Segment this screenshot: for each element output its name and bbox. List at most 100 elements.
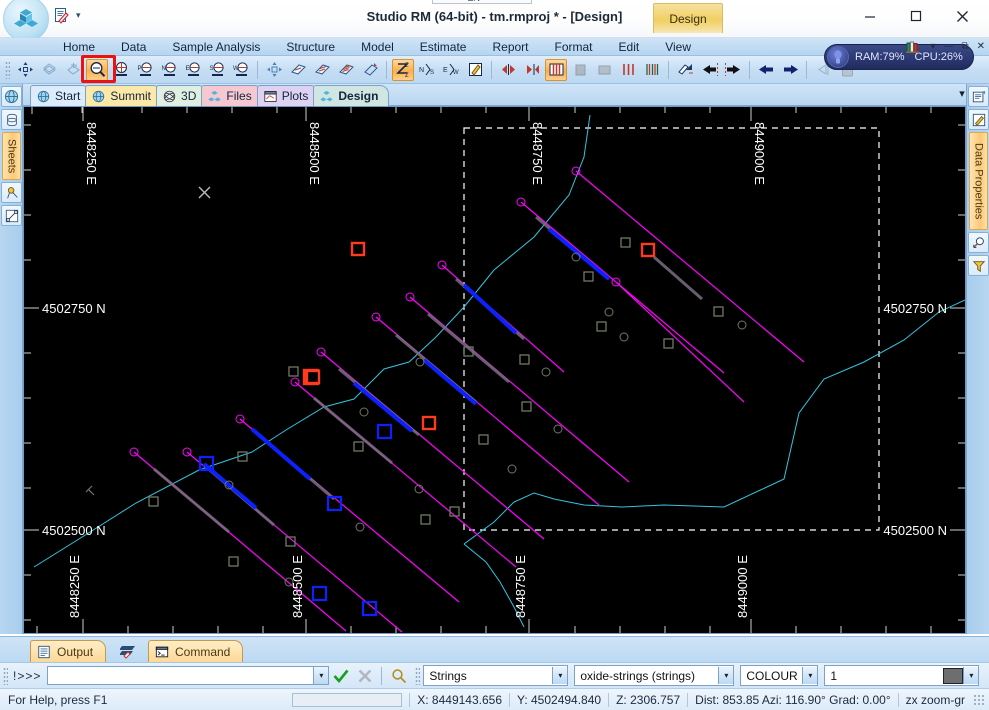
menu-estimate[interactable]: Estimate bbox=[407, 38, 480, 56]
view-north-tool-button[interactable]: N bbox=[158, 59, 180, 81]
view-east-tool-button[interactable]: E bbox=[182, 59, 204, 81]
section-ew-tool-button[interactable]: E W bbox=[440, 59, 462, 81]
attribute-value-dropdown-icon[interactable]: ▾ bbox=[963, 667, 979, 684]
mdi-close-button[interactable]: ✕ bbox=[977, 41, 985, 52]
front-clip-button[interactable] bbox=[569, 59, 591, 81]
view-data-tool-button[interactable] bbox=[110, 59, 132, 81]
pane-tab-output[interactable]: Output bbox=[30, 640, 107, 663]
design-plot[interactable]: 8448250 E 8448500 E 8448750 E 8449000 E … bbox=[24, 107, 965, 633]
menu-structure[interactable]: Structure bbox=[273, 38, 348, 56]
menu-view[interactable]: View bbox=[652, 38, 704, 56]
chevron-down-icon[interactable]: ▾ bbox=[492, 0, 497, 3]
command-accept-button[interactable] bbox=[329, 669, 353, 683]
bottom-pane-tab-strip: Output Command bbox=[0, 636, 989, 663]
shift-forward-button[interactable] bbox=[722, 59, 744, 81]
tab-files[interactable]: Files bbox=[201, 85, 263, 106]
edit-section-tool-button[interactable] bbox=[464, 59, 486, 81]
contextual-tab-design[interactable]: Design bbox=[653, 3, 723, 33]
y-label-left-2: 4502500 N bbox=[42, 523, 106, 538]
properties-sheet-icon[interactable] bbox=[968, 86, 989, 107]
database-icon[interactable] bbox=[1, 109, 22, 130]
tab-design[interactable]: Design bbox=[313, 85, 390, 106]
menu-report[interactable]: Report bbox=[479, 38, 541, 56]
clip-width-button[interactable] bbox=[617, 59, 639, 81]
command-bar-grip[interactable] bbox=[3, 666, 8, 685]
rotate-section-tool-button[interactable] bbox=[359, 59, 381, 81]
window-maximize-button[interactable] bbox=[893, 2, 939, 30]
design-canvas[interactable]: 8448250 E 8448500 E 8448750 E 8449000 E … bbox=[23, 106, 966, 634]
command-input[interactable]: ▾ bbox=[47, 666, 330, 685]
mdi-restore-button[interactable]: ⧉ bbox=[961, 41, 968, 52]
menu-format[interactable]: Format bbox=[542, 38, 606, 56]
object-type-combo[interactable]: Strings ▾ bbox=[423, 665, 569, 686]
clip-slices-button[interactable] bbox=[641, 59, 663, 81]
object-name-dropdown-icon[interactable]: ▾ bbox=[718, 667, 734, 684]
mdi-dropdown-icon[interactable]: ▾ bbox=[930, 41, 935, 52]
define-section-3-tool-button[interactable] bbox=[335, 59, 357, 81]
view-plan-tool-button[interactable]: P bbox=[134, 59, 156, 81]
section-clipping-toggle-button[interactable] bbox=[545, 58, 567, 81]
view-west-tool-button[interactable]: W bbox=[230, 59, 252, 81]
menu-data[interactable]: Data bbox=[108, 38, 159, 56]
status-resize-grip[interactable] bbox=[973, 693, 985, 706]
window-minimize-button[interactable] bbox=[847, 2, 893, 30]
report-icon[interactable] bbox=[52, 6, 71, 25]
status-x-coordinate: X: 8449143.656 bbox=[417, 692, 502, 707]
command-cancel-button[interactable] bbox=[353, 669, 377, 683]
toolbar-grip[interactable] bbox=[5, 60, 10, 79]
object-selector-grip[interactable] bbox=[415, 666, 421, 685]
section-ns-tool-button[interactable]: N S bbox=[416, 59, 438, 81]
object-name-combo[interactable]: oxide-strings (strings) ▾ bbox=[574, 665, 735, 686]
vector-edit-icon[interactable] bbox=[1, 205, 22, 227]
tab-start[interactable]: Start bbox=[30, 85, 92, 106]
back-clip-button[interactable] bbox=[593, 59, 615, 81]
define-section-tool-button[interactable] bbox=[287, 59, 309, 81]
view-south-tool-button[interactable]: S bbox=[206, 59, 228, 81]
tab-summit[interactable]: Summit bbox=[85, 85, 163, 106]
command-search-button[interactable] bbox=[386, 668, 412, 684]
next-section-button[interactable] bbox=[521, 59, 543, 81]
wireframe-icon[interactable] bbox=[1, 182, 22, 204]
quick-access-dropdown-icon[interactable]: ▾ bbox=[76, 10, 81, 21]
cubes-icon bbox=[208, 90, 222, 101]
language-indicator[interactable]: EN ▾ bbox=[432, 0, 532, 4]
mdi-minimize-button[interactable]: — bbox=[943, 41, 953, 52]
menu-home[interactable]: Home bbox=[50, 38, 108, 56]
pan-tool-button[interactable] bbox=[14, 59, 36, 81]
tab-list-dropdown-icon[interactable]: ▾ bbox=[959, 87, 965, 100]
funnel-icon[interactable] bbox=[968, 255, 989, 277]
shift-back-button[interactable] bbox=[698, 59, 720, 81]
pane-tab-command[interactable]: Command bbox=[148, 640, 244, 663]
magnifier-arrow-icon[interactable] bbox=[968, 232, 989, 254]
menu-sample-analysis[interactable]: Sample Analysis bbox=[159, 38, 273, 56]
zoom-graphics-tool-button[interactable] bbox=[86, 58, 108, 81]
attribute-value-combo[interactable]: 1 ▾ bbox=[824, 665, 980, 686]
object-type-dropdown-icon[interactable]: ▾ bbox=[552, 667, 568, 684]
command-history-dropdown-icon[interactable]: ▾ bbox=[313, 667, 329, 684]
menu-model[interactable]: Model bbox=[348, 38, 407, 56]
zoom-extents-tool-button[interactable] bbox=[38, 59, 60, 81]
books-icon[interactable] bbox=[906, 40, 922, 53]
menu-edit[interactable]: Edit bbox=[606, 38, 653, 56]
tab-plots[interactable]: Plots bbox=[256, 85, 320, 106]
project-globe-icon[interactable] bbox=[1, 86, 22, 107]
flip-section-button[interactable] bbox=[674, 59, 696, 81]
move-section-tool-button[interactable] bbox=[263, 59, 285, 81]
tab-3d[interactable]: 3D bbox=[156, 85, 208, 106]
pane-tab-output-active-icon[interactable] bbox=[119, 642, 138, 663]
colour-swatch[interactable] bbox=[943, 667, 964, 684]
attribute-dropdown-icon[interactable]: ▾ bbox=[802, 667, 818, 684]
page-back-button[interactable] bbox=[755, 59, 777, 81]
define-section-2-tool-button[interactable] bbox=[311, 59, 333, 81]
previous-section-button[interactable] bbox=[497, 59, 519, 81]
page-forward-button[interactable] bbox=[779, 59, 801, 81]
edit-properties-icon[interactable] bbox=[968, 109, 989, 130]
window-close-button[interactable] bbox=[939, 2, 985, 30]
right-dock-tab-data-properties[interactable]: Data Properties bbox=[969, 132, 988, 231]
zoom-window-tool-button[interactable] bbox=[62, 59, 84, 81]
attribute-combo[interactable]: COLOUR ▾ bbox=[740, 665, 819, 686]
left-dock-tab-sheets[interactable]: Sheets bbox=[2, 132, 21, 181]
section-z-tool-button[interactable]: Z Z bbox=[392, 58, 414, 81]
application-menu-orb[interactable] bbox=[3, 0, 49, 42]
y-label-left-1: 4502750 N bbox=[42, 301, 106, 316]
